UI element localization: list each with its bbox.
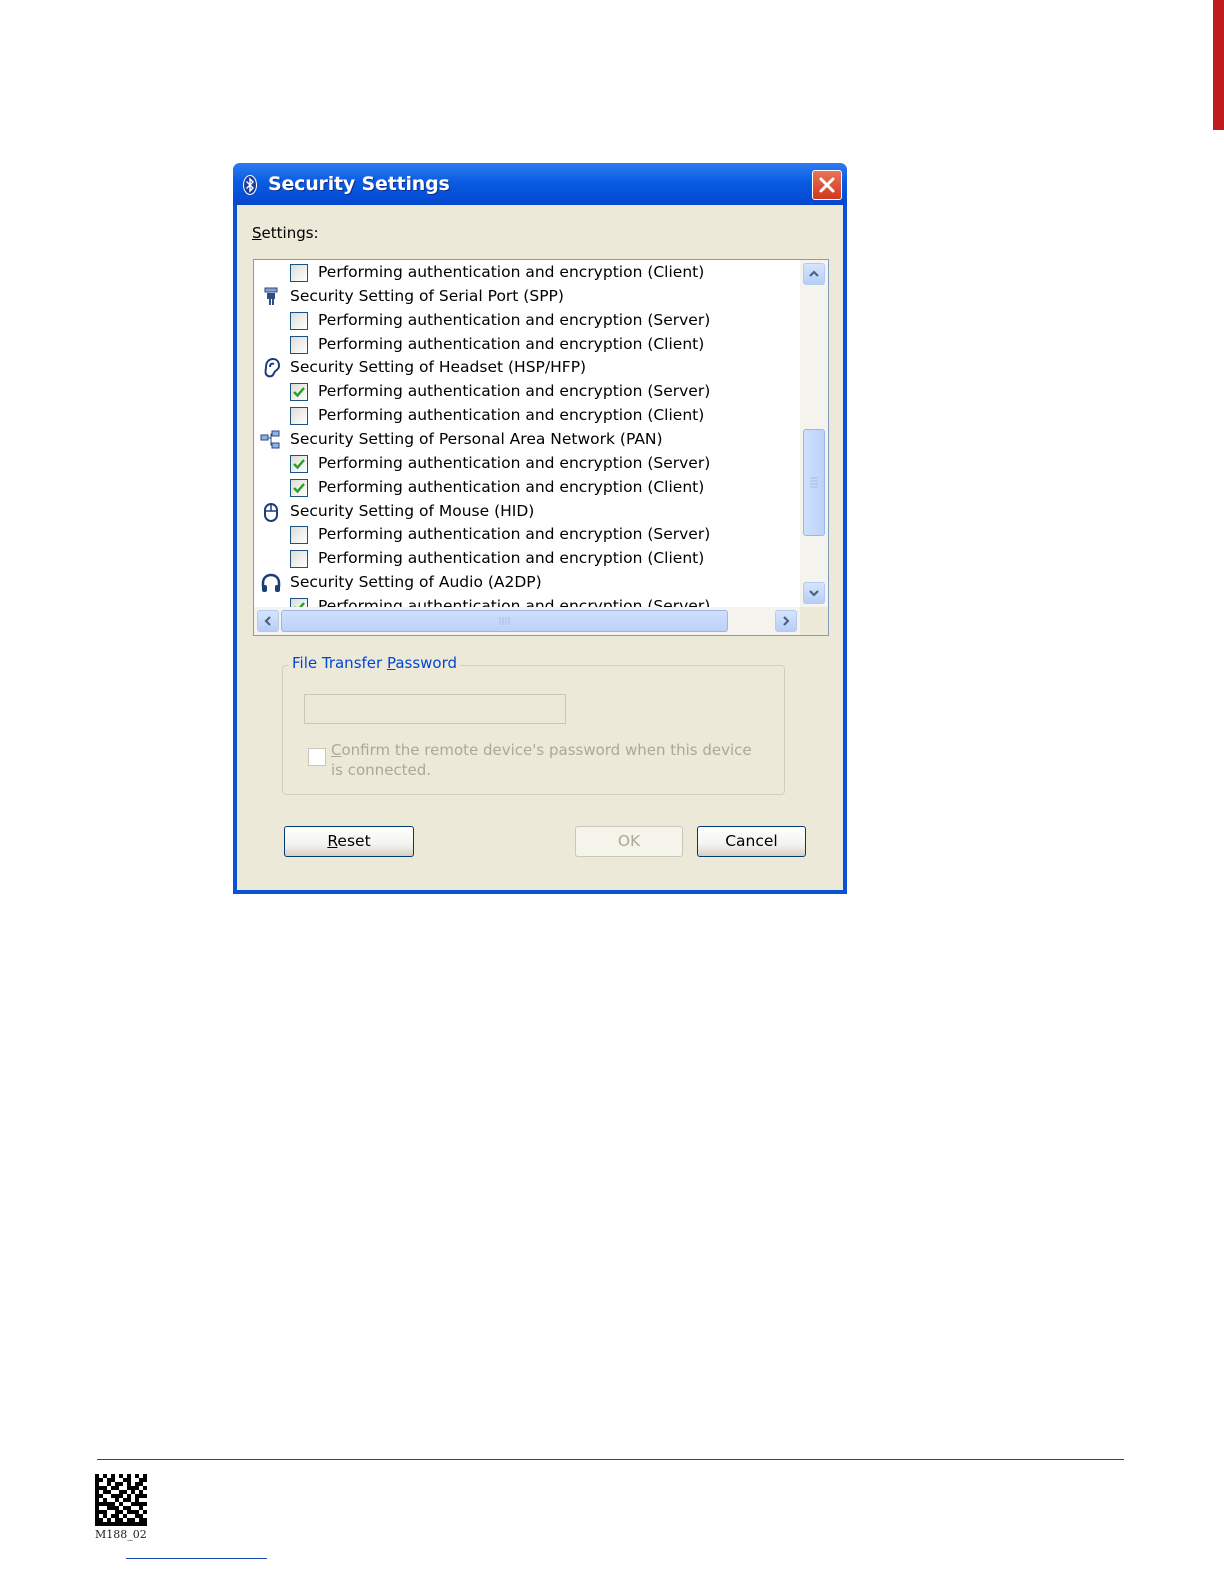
- auth-encryption-checkbox[interactable]: [290, 383, 308, 402]
- settings-label: Settings:: [252, 224, 319, 242]
- ok-button[interactable]: OK: [575, 826, 683, 857]
- page-edge-tab: [1213, 0, 1224, 130]
- vertical-scrollbar[interactable]: [800, 260, 828, 607]
- horizontal-scroll-thumb[interactable]: [281, 610, 728, 632]
- auth-encryption-checkbox[interactable]: [290, 264, 308, 282]
- serial-port-icon: [260, 286, 282, 308]
- file-transfer-password-title: File Transfer Password: [289, 654, 461, 672]
- footer-rule: [97, 1459, 1124, 1460]
- list-item-label: Performing authentication and encryption…: [318, 549, 705, 568]
- window-title: Security Settings: [268, 173, 450, 195]
- auth-encryption-checkbox[interactable]: [290, 335, 308, 354]
- auth-encryption-checkbox[interactable]: [290, 478, 308, 497]
- list-item-label: Performing authentication and encryption…: [318, 596, 711, 607]
- list-item-label: Performing authentication and encryption…: [318, 477, 705, 496]
- scroll-right-button[interactable]: [775, 610, 797, 632]
- chevron-down-icon: [809, 590, 819, 597]
- chevron-up-icon: [809, 270, 819, 277]
- settings-list-viewport: Performing authentication and encryption…: [254, 260, 800, 607]
- horizontal-scrollbar[interactable]: [254, 607, 800, 635]
- auth-encryption-checkbox[interactable]: [290, 311, 308, 330]
- title-bar[interactable]: Security Settings: [233, 163, 847, 205]
- list-item-label: Performing authentication and encryption…: [318, 406, 705, 425]
- chevron-left-icon: [264, 616, 271, 626]
- auth-encryption-checkbox[interactable]: [290, 550, 308, 569]
- confirm-password-checkbox[interactable]: [308, 748, 326, 766]
- chevron-right-icon: [783, 616, 790, 626]
- checkmark-icon: [293, 459, 305, 470]
- cancel-button[interactable]: Cancel: [697, 826, 806, 857]
- ear-icon: [260, 357, 282, 379]
- data-matrix-code: [95, 1474, 147, 1526]
- list-item-label: Performing authentication and encryption…: [318, 382, 711, 401]
- list-item-label: Performing authentication and encryption…: [318, 453, 711, 472]
- file-transfer-password-input[interactable]: [304, 694, 566, 724]
- scrollbar-corner: [800, 607, 828, 635]
- checkmark-icon: [293, 602, 305, 607]
- checkmark-icon: [293, 387, 305, 398]
- group-header-label: Security Setting of Serial Port (SPP): [290, 286, 564, 305]
- scroll-left-button[interactable]: [257, 610, 279, 632]
- data-matrix-label: M188_02: [95, 1528, 147, 1541]
- auth-encryption-checkbox[interactable]: [290, 454, 308, 473]
- list-item-label: Performing authentication and encryption…: [318, 310, 711, 329]
- auth-encryption-checkbox[interactable]: [290, 526, 308, 545]
- list-item-label: Performing authentication and encryption…: [318, 525, 711, 544]
- close-icon: [819, 177, 835, 193]
- group-header-label: Security Setting of Mouse (HID): [290, 501, 535, 520]
- group-header-label: Security Setting of Headset (HSP/HFP): [290, 358, 587, 377]
- auth-encryption-checkbox[interactable]: [290, 597, 308, 607]
- group-header-label: Security Setting of Audio (A2DP): [290, 573, 542, 592]
- security-settings-dialog: Security Settings Settings: Performing a…: [233, 163, 847, 894]
- network-icon: [260, 429, 282, 451]
- close-button[interactable]: [812, 170, 842, 200]
- dialog-body: Settings: Performing authentication and …: [237, 205, 843, 890]
- group-header-label: Security Setting of Personal Area Networ…: [290, 429, 663, 448]
- auth-encryption-checkbox[interactable]: [290, 407, 308, 426]
- list-item-label: Performing authentication and encryption…: [318, 263, 705, 281]
- list-item-label: Performing authentication and encryption…: [318, 334, 705, 353]
- vertical-scroll-thumb[interactable]: [803, 429, 825, 536]
- footer-link-underline: [126, 1558, 267, 1559]
- scroll-up-button[interactable]: [803, 263, 825, 285]
- mouse-icon: [260, 501, 282, 523]
- settings-list[interactable]: Performing authentication and encryption…: [253, 259, 829, 636]
- scroll-down-button[interactable]: [803, 582, 825, 604]
- file-transfer-password-group: File Transfer Password Confirm the remot…: [282, 654, 785, 795]
- headphones-icon: [260, 572, 282, 594]
- reset-button[interactable]: Reset: [284, 826, 414, 857]
- confirm-password-label: Confirm the remote device's password whe…: [331, 741, 752, 779]
- checkmark-icon: [293, 482, 305, 493]
- bluetooth-icon: [243, 175, 257, 195]
